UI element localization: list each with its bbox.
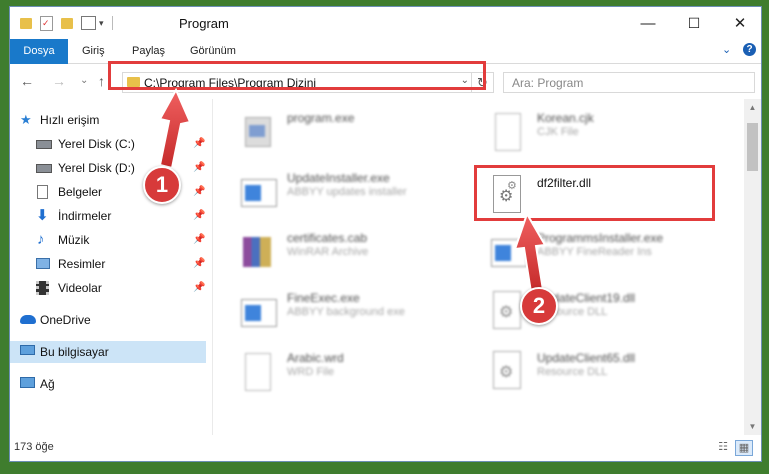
step-2-badge: 2	[520, 287, 558, 325]
arrow-2	[513, 211, 547, 294]
annotation-arrows	[158, 87, 547, 294]
arrow-1	[158, 87, 192, 170]
step-1-badge: 1	[143, 166, 181, 204]
